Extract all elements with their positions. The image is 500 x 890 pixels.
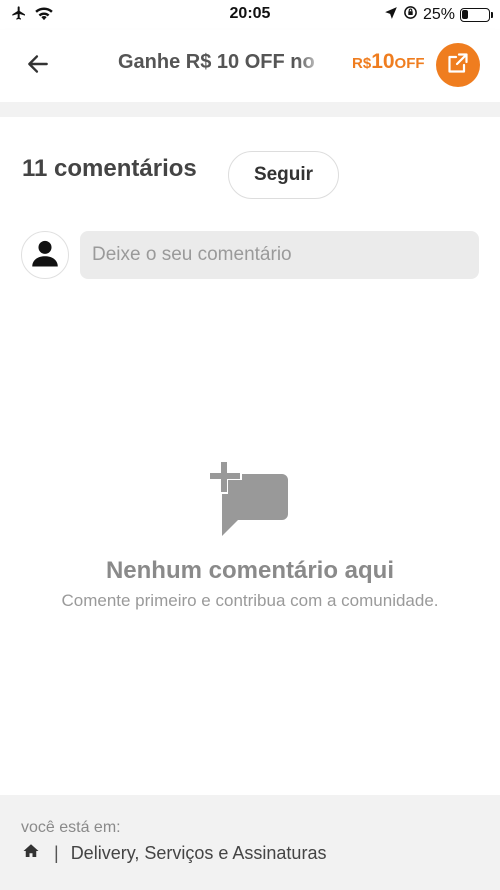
promo-currency: R$ bbox=[352, 55, 372, 72]
status-right: 25% bbox=[384, 5, 493, 25]
page-title: Ganhe R$ 10 OFF no bbox=[118, 51, 315, 73]
battery-fill bbox=[462, 10, 469, 19]
comment-input[interactable] bbox=[80, 231, 479, 279]
avatar bbox=[21, 231, 69, 279]
battery-percent: 25% bbox=[422, 6, 455, 23]
breadcrumb-separator: | bbox=[54, 843, 59, 863]
orientation-lock-icon bbox=[403, 5, 418, 25]
breadcrumb: | Delivery, Serviços e Assinaturas bbox=[22, 842, 326, 865]
follow-button[interactable]: Seguir bbox=[228, 151, 339, 199]
open-external-button[interactable] bbox=[436, 43, 480, 87]
location-icon bbox=[384, 6, 398, 25]
empty-state-title: Nenhum comentário aqui bbox=[105, 557, 395, 584]
status-bar: 20:05 25% bbox=[0, 0, 500, 30]
back-button[interactable] bbox=[20, 48, 56, 84]
footer: você está em: | Delivery, Serviços e Ass… bbox=[0, 795, 500, 890]
home-icon[interactable] bbox=[22, 842, 40, 865]
user-icon bbox=[28, 236, 62, 275]
promo-badge[interactable]: R$10OFF bbox=[352, 50, 425, 74]
breadcrumb-category[interactable]: Delivery, Serviços e Assinaturas bbox=[71, 843, 327, 864]
battery-icon bbox=[460, 8, 493, 22]
promo-amount: 10 bbox=[371, 50, 395, 73]
section-divider bbox=[0, 102, 500, 117]
external-link-icon bbox=[446, 51, 470, 80]
promo-suffix: OFF bbox=[394, 55, 425, 72]
arrow-left-icon bbox=[25, 51, 51, 82]
location-label: você está em: bbox=[21, 819, 121, 836]
comment-count: 11 comentários bbox=[22, 155, 197, 182]
empty-state-subtitle: Comente primeiro e contribua com a comun… bbox=[61, 591, 439, 610]
top-app-bar: Ganhe R$ 10 OFF no R$10OFF bbox=[0, 30, 500, 102]
add-comment-icon bbox=[208, 460, 290, 540]
